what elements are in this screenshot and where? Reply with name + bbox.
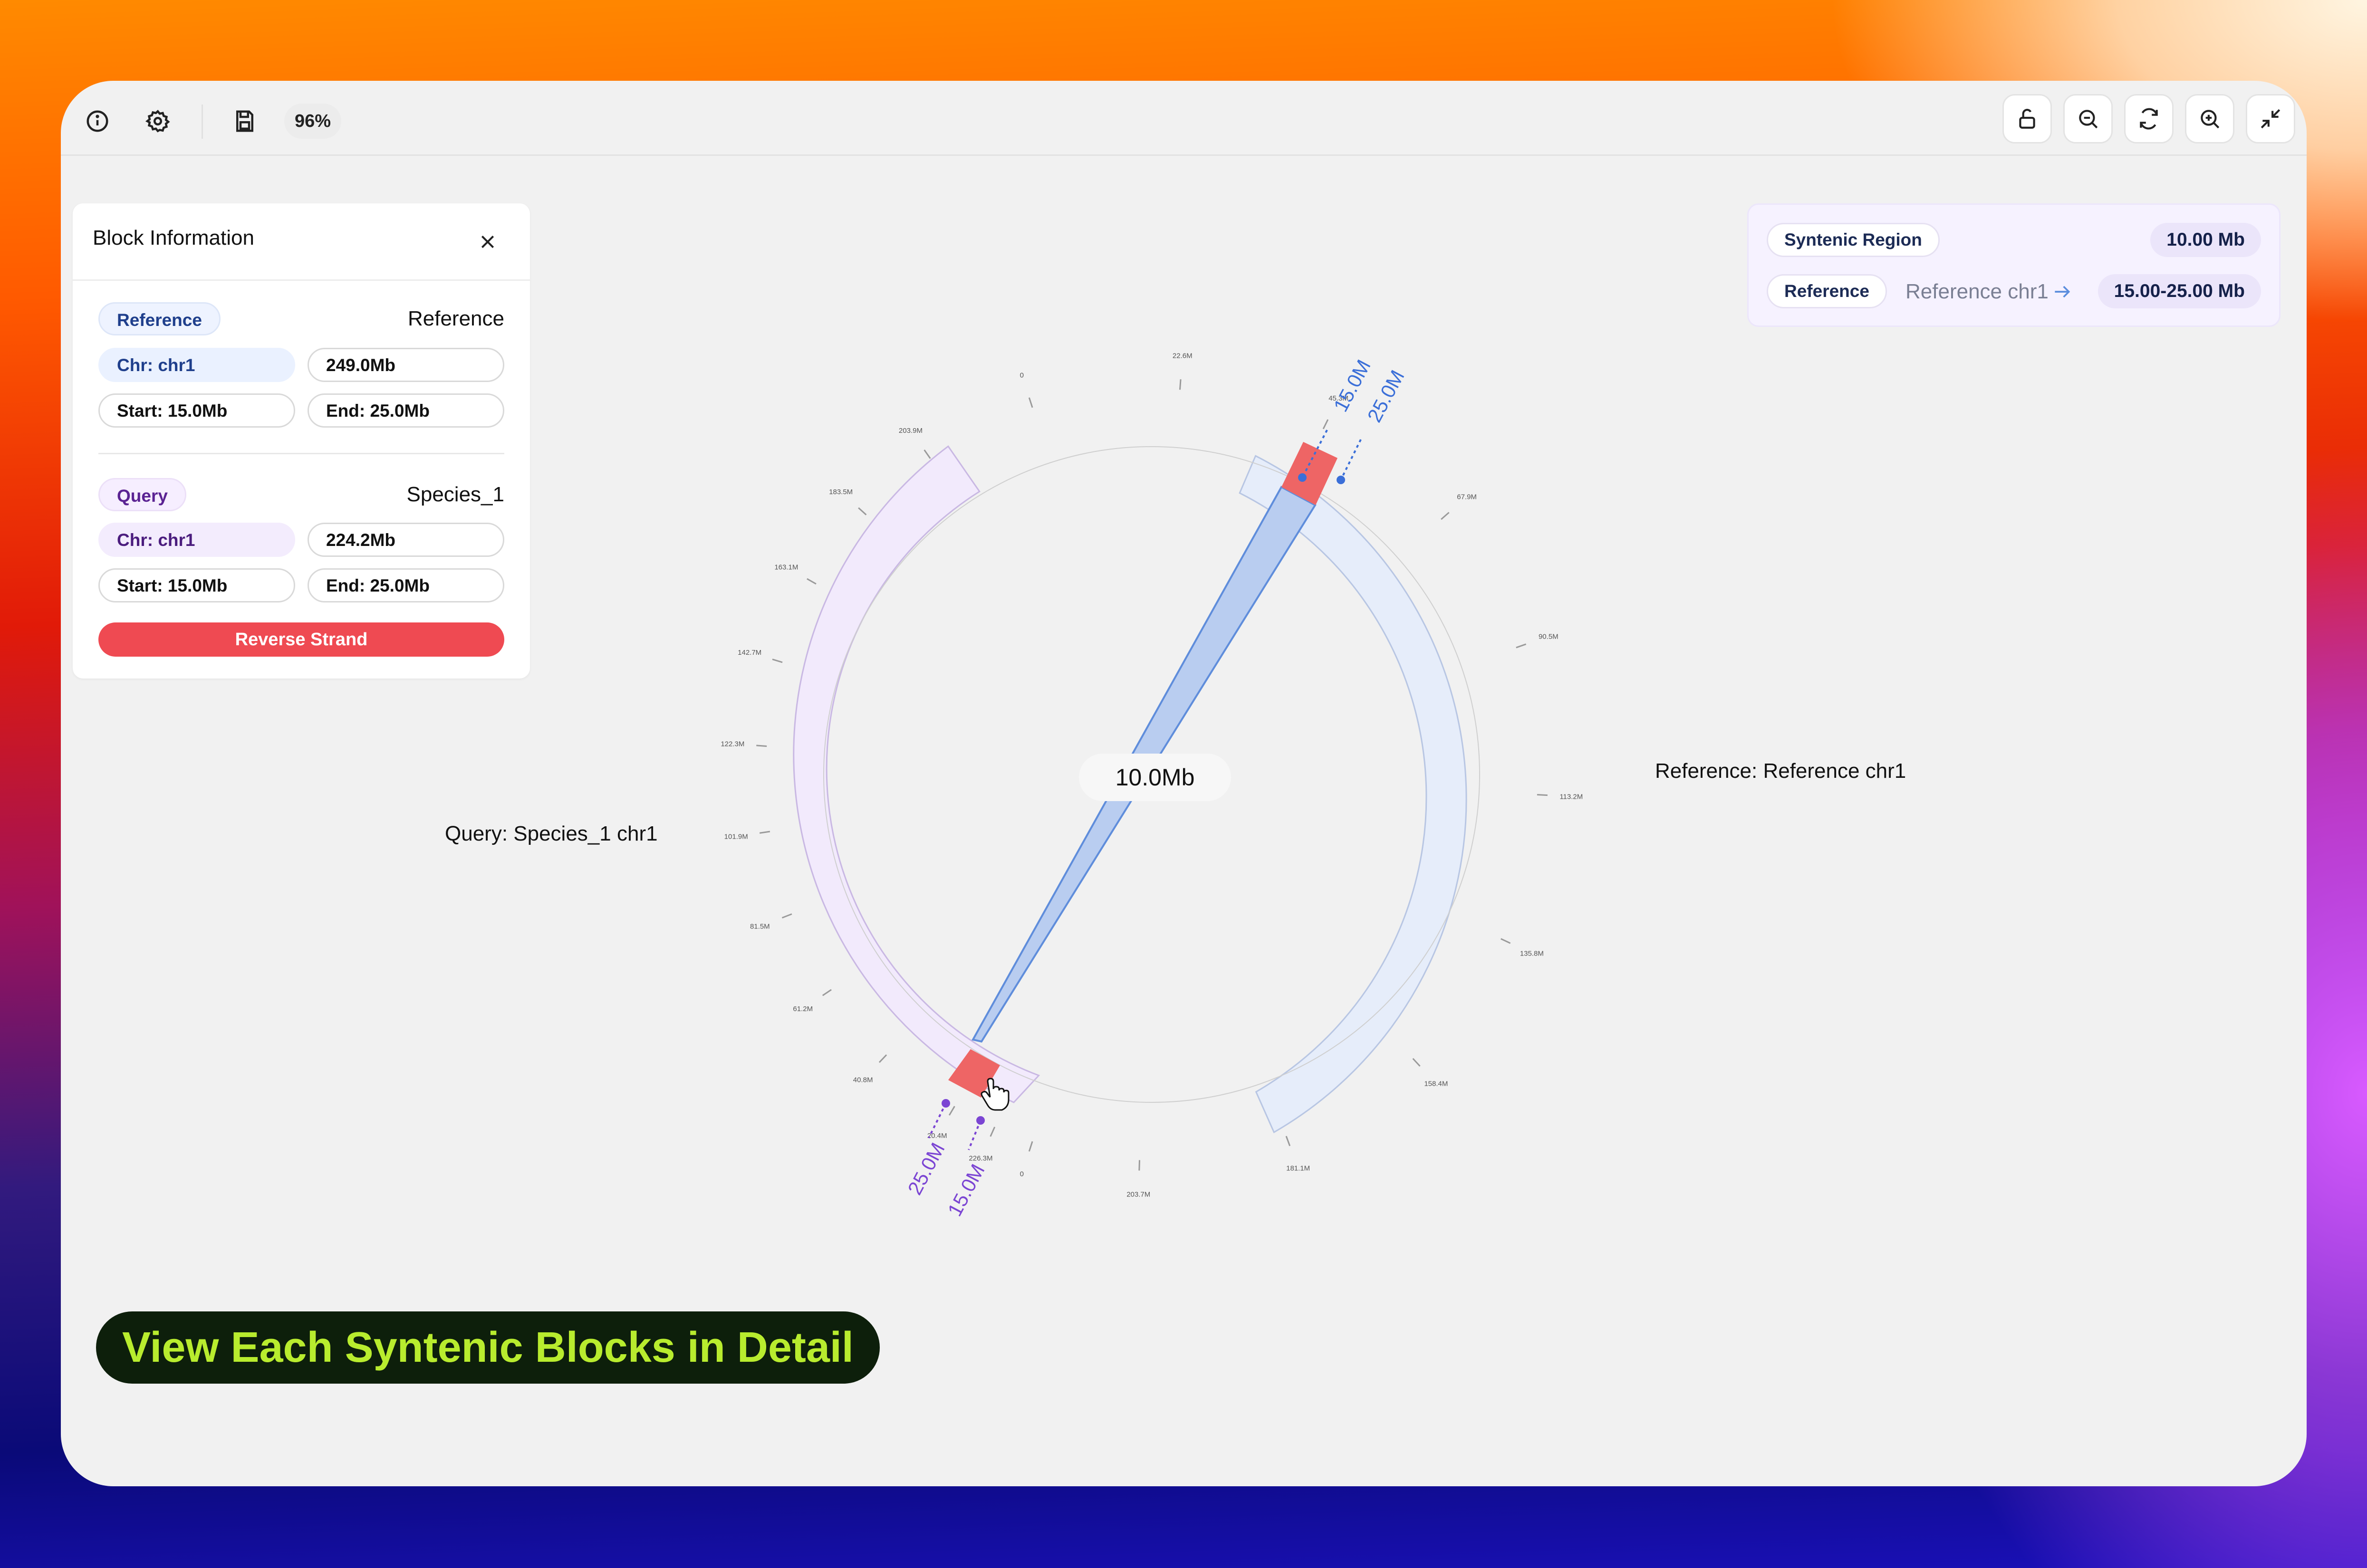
reference-tick-mark bbox=[1516, 643, 1527, 649]
reference-tick-label: 135.8M bbox=[1520, 949, 1544, 957]
reference-tick-label: 90.5M bbox=[1539, 632, 1559, 641]
panel-header: Block Information bbox=[73, 203, 530, 281]
syntenic-region-value: 10.00 Mb bbox=[2150, 223, 2261, 257]
reference-tick-mark bbox=[1322, 419, 1329, 430]
panel-title: Block Information bbox=[93, 226, 254, 249]
syntenic-reference-name: Reference chr1 bbox=[1905, 280, 2049, 303]
query-tick-label: 163.1M bbox=[774, 563, 798, 571]
reference-tick-mark bbox=[1179, 379, 1182, 390]
reference-start: Start: 15.0Mb bbox=[98, 393, 295, 428]
reference-tick-mark bbox=[1537, 794, 1548, 796]
reference-tick-label: 226.3M bbox=[969, 1155, 992, 1163]
query-tick-mark bbox=[807, 578, 817, 585]
qry-start-label: 15.0M bbox=[943, 1160, 989, 1220]
query-end: End: 25.0Mb bbox=[308, 568, 504, 602]
arrow-right-icon bbox=[2055, 286, 2070, 298]
query-tick-label: 61.2M bbox=[793, 1005, 813, 1013]
reference-tick-label: 203.7M bbox=[1126, 1191, 1150, 1199]
syntenic-reference-range: 15.00-25.00 Mb bbox=[2098, 274, 2261, 308]
panel-divider bbox=[98, 453, 504, 454]
reference-tick-mark bbox=[1501, 938, 1511, 944]
reference-tick-mark bbox=[1412, 1058, 1421, 1067]
query-tick-mark bbox=[759, 831, 770, 834]
syntenic-region-panel: Syntenic Region 10.00 Mb Reference Refer… bbox=[1747, 203, 2280, 327]
syntenic-region-tag: Syntenic Region bbox=[1767, 223, 1940, 257]
qry-start-leader bbox=[968, 1120, 981, 1150]
reference-chr: Chr: chr1 bbox=[98, 348, 295, 382]
syntenic-length-label: 10.0Mb bbox=[1079, 754, 1231, 801]
reverse-strand-button[interactable]: Reverse Strand bbox=[98, 622, 504, 657]
qry-end-label: 25.0M bbox=[903, 1139, 949, 1198]
reference-tick-mark bbox=[1285, 1136, 1291, 1147]
app-window: 96% 0 22.6M 45.3M 67.9M 90.5M 113.2M 135.8M 158… bbox=[61, 81, 2307, 1486]
block-information-panel: Block Information Reference Reference Ch… bbox=[73, 203, 530, 679]
query-tag: Query bbox=[98, 478, 186, 511]
reference-tick-mark bbox=[1028, 397, 1033, 408]
query-length: 224.2Mb bbox=[308, 523, 504, 557]
reference-tick-mark bbox=[990, 1127, 996, 1137]
reference-tick-mark bbox=[1138, 1160, 1140, 1171]
query-tick-mark bbox=[948, 1106, 955, 1116]
reference-end: End: 25.0Mb bbox=[308, 393, 504, 428]
reference-tick-label: 67.9M bbox=[1457, 493, 1477, 501]
query-tick-mark bbox=[772, 659, 783, 663]
query-tick-label: 40.8M bbox=[853, 1076, 873, 1084]
query-start: Start: 15.0Mb bbox=[98, 568, 295, 602]
query-tick-mark bbox=[1028, 1141, 1033, 1152]
syntenic-reference-name-wrap: Reference chr1 bbox=[1905, 280, 2072, 304]
reference-chromosome-label: Reference: Reference chr1 bbox=[1655, 759, 1906, 783]
qry-start-handle[interactable] bbox=[976, 1116, 985, 1125]
query-tick-label: 122.3M bbox=[721, 740, 744, 748]
query-tick-mark bbox=[924, 449, 931, 459]
reference-tag: Reference bbox=[98, 302, 221, 335]
query-tick-mark bbox=[858, 507, 867, 516]
close-icon bbox=[481, 235, 494, 249]
syntenic-reference-tag: Reference bbox=[1767, 274, 1887, 308]
reference-tick-label: 158.4M bbox=[1424, 1080, 1448, 1088]
ref-end-handle[interactable] bbox=[1337, 476, 1345, 484]
query-tick-label: 183.5M bbox=[829, 488, 853, 496]
query-chromosome-label: Query: Species_1 chr1 bbox=[445, 822, 658, 845]
reference-tick-mark bbox=[1441, 512, 1450, 520]
reference-tick-label: 113.2M bbox=[1559, 793, 1583, 801]
reference-tick-label: 181.1M bbox=[1286, 1165, 1310, 1173]
query-tick-label: 203.9M bbox=[899, 427, 923, 435]
query-tick-label: 81.5M bbox=[750, 923, 770, 931]
query-tick-mark bbox=[781, 913, 792, 918]
query-tick-label: 101.9M bbox=[724, 833, 748, 841]
qry-end-handle[interactable] bbox=[942, 1099, 950, 1108]
reference-tick-label: 0 bbox=[1020, 371, 1024, 379]
reference-tick-label: 22.6M bbox=[1173, 352, 1193, 360]
close-button[interactable] bbox=[472, 226, 503, 258]
ref-start-handle[interactable] bbox=[1298, 473, 1307, 482]
reference-length: 249.0Mb bbox=[308, 348, 504, 382]
ref-end-leader bbox=[1340, 439, 1362, 480]
query-tick-label: 0 bbox=[1020, 1170, 1024, 1178]
query-tick-mark bbox=[878, 1054, 887, 1063]
query-name: Species_1 bbox=[406, 483, 504, 506]
query-chr: Chr: chr1 bbox=[98, 523, 295, 557]
reference-name: Reference bbox=[407, 307, 504, 330]
feature-banner: View Each Syntenic Blocks in Detail bbox=[96, 1311, 880, 1384]
query-tick-label: 142.7M bbox=[738, 649, 761, 657]
query-tick-mark bbox=[822, 989, 832, 996]
